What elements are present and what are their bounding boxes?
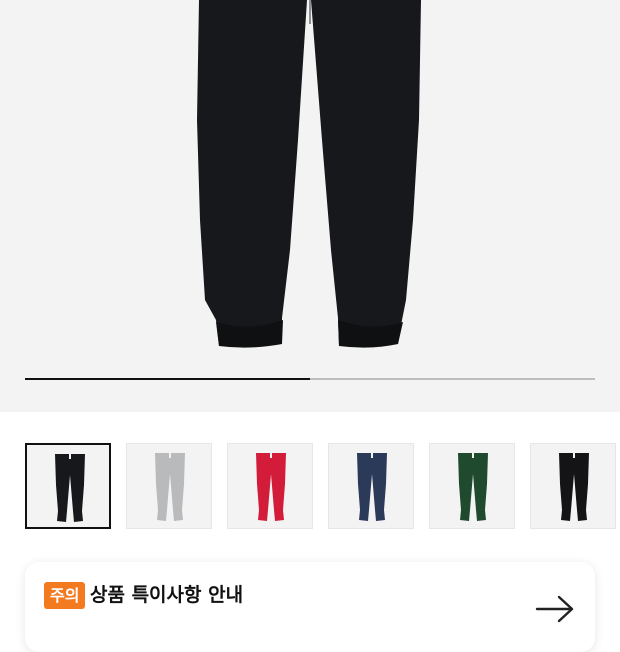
color-thumbnail[interactable]: [25, 443, 111, 529]
warning-badge: 주의: [44, 582, 86, 609]
pants-icon: [357, 453, 387, 521]
color-thumbnail[interactable]: [530, 443, 616, 529]
color-thumbnail[interactable]: [227, 443, 313, 529]
color-thumbnail[interactable]: [328, 443, 414, 529]
pants-icon: [155, 453, 185, 521]
pants-icon: [458, 453, 488, 521]
product-notice-card[interactable]: 주의 상품 특이사항 안내: [25, 562, 595, 652]
gallery-progress-fill: [25, 378, 310, 380]
color-thumbnail[interactable]: [429, 443, 515, 529]
pants-icon: [55, 454, 85, 522]
color-thumbnail[interactable]: [126, 443, 212, 529]
pants-icon: [559, 453, 589, 521]
product-image-gallery[interactable]: [0, 0, 620, 412]
color-thumbnail-list: [25, 443, 620, 533]
gallery-progress-bar: [25, 378, 595, 380]
product-main-image: [197, 0, 421, 348]
pants-icon: [256, 453, 286, 521]
notice-title: 상품 특이사항 안내: [90, 584, 244, 606]
